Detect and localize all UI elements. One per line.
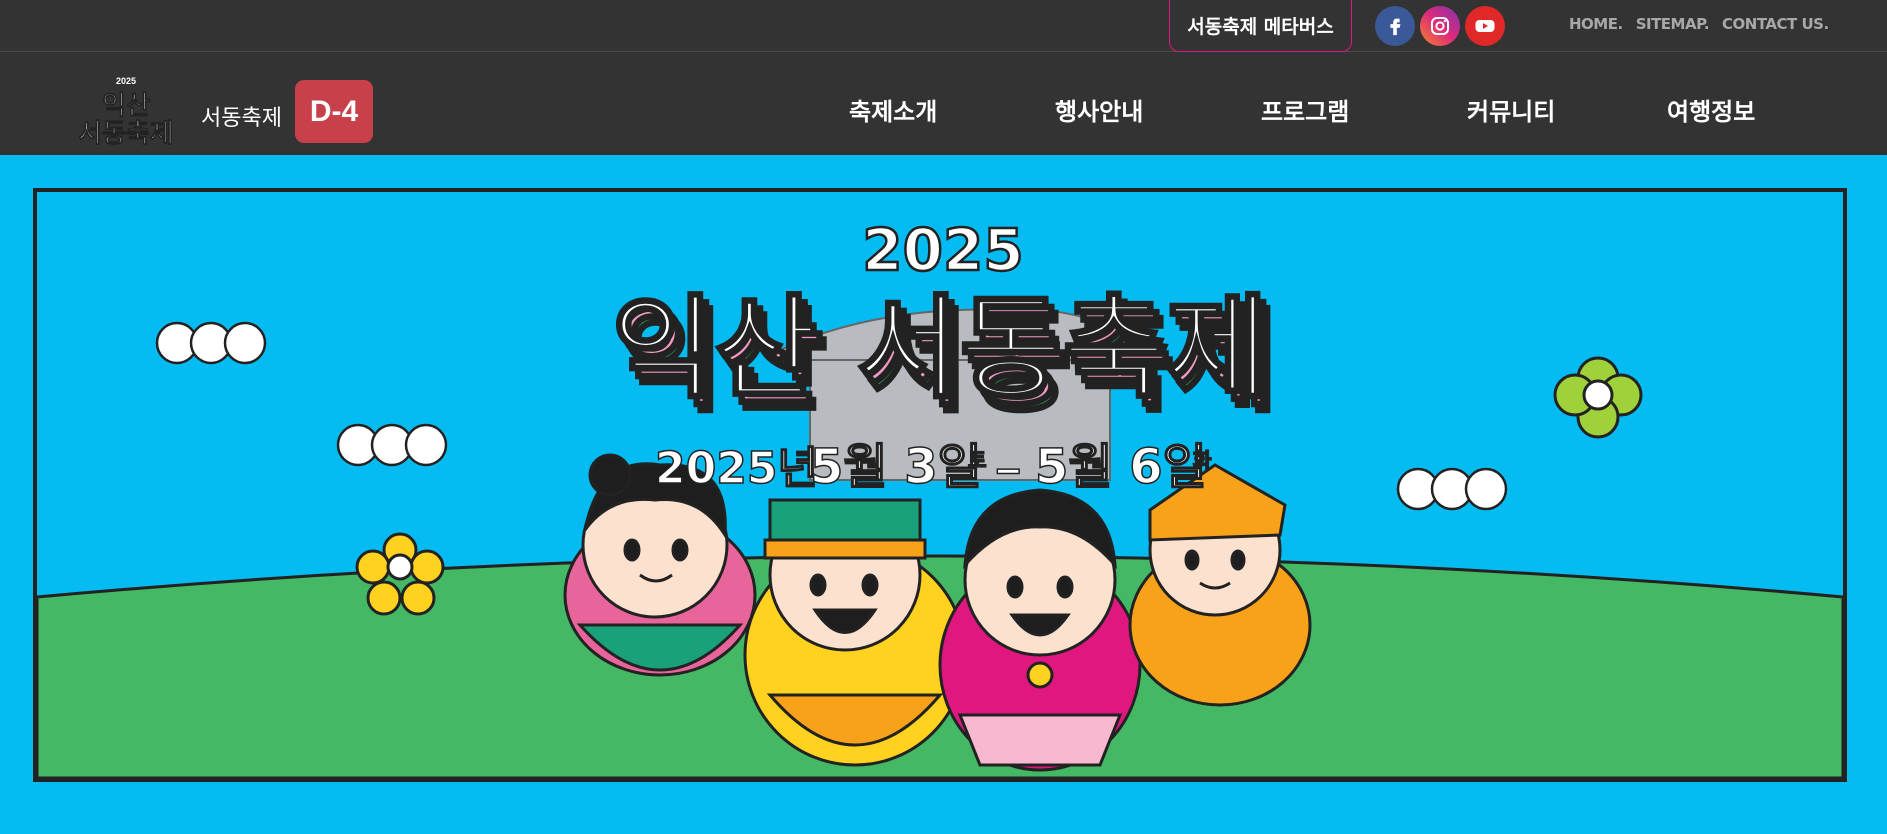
hero-title: 익산 서동축제	[611, 284, 1268, 414]
youtube-icon[interactable]	[1465, 6, 1505, 46]
date-start-day: 토	[968, 448, 986, 472]
dday-badge: D-4	[295, 80, 373, 143]
facebook-icon[interactable]	[1375, 6, 1415, 46]
top-utility-bar: 서동축제 메타버스 HOME. SITEMAP. CONTACT US.	[0, 0, 1887, 52]
date-prefix: 2025년	[655, 443, 818, 494]
contact-us-link[interactable]: CONTACT US.	[1722, 15, 1829, 33]
date-start: 5월 3일	[810, 439, 982, 495]
logo-year: 2025	[116, 76, 136, 86]
nav-program[interactable]: 프로그램	[1261, 92, 1349, 127]
hero-banner: 2025 익산 서동축제 익산 서동축제 익산 서동축제 2025년 5월 3일…	[0, 155, 1887, 834]
main-header: 2025 익산 서동축제 서동축제 D-4 축제소개 행사안내 프로그램 커뮤니…	[0, 52, 1887, 155]
cloud-icon	[1396, 467, 1508, 511]
date-end: 5월 6일	[1035, 439, 1207, 495]
logo-line2: 서동축제	[78, 119, 174, 146]
hero-date: 2025년 5월 3일 토 – 5월 6일 화	[654, 438, 1213, 496]
nav-travel-info[interactable]: 여행정보	[1667, 92, 1755, 127]
cloud-icon	[336, 423, 448, 467]
home-link[interactable]: HOME.	[1569, 15, 1623, 33]
date-dash: –	[996, 444, 1020, 493]
cloud-icon	[155, 321, 267, 365]
nav-community[interactable]: 커뮤니티	[1467, 92, 1555, 127]
festival-name: 서동축제	[201, 106, 282, 131]
logo-line1: 익산	[102, 91, 150, 121]
nav-event-guide[interactable]: 행사안내	[1055, 92, 1143, 127]
date-end-day: 화	[1193, 448, 1212, 472]
hero-illustration: 2025 익산 서동축제 익산 서동축제 익산 서동축제 2025년 5월 3일…	[33, 188, 1847, 782]
utility-links: HOME. SITEMAP. CONTACT US.	[1569, 0, 1829, 48]
hero-year: 2025	[862, 216, 1023, 284]
nav-festival-intro[interactable]: 축제소개	[849, 92, 937, 127]
festival-logo[interactable]: 2025 익산 서동축제	[60, 74, 190, 146]
sitemap-link[interactable]: SITEMAP.	[1636, 15, 1710, 33]
metaverse-button[interactable]: 서동축제 메타버스	[1169, 0, 1352, 52]
instagram-icon[interactable]	[1420, 6, 1460, 46]
